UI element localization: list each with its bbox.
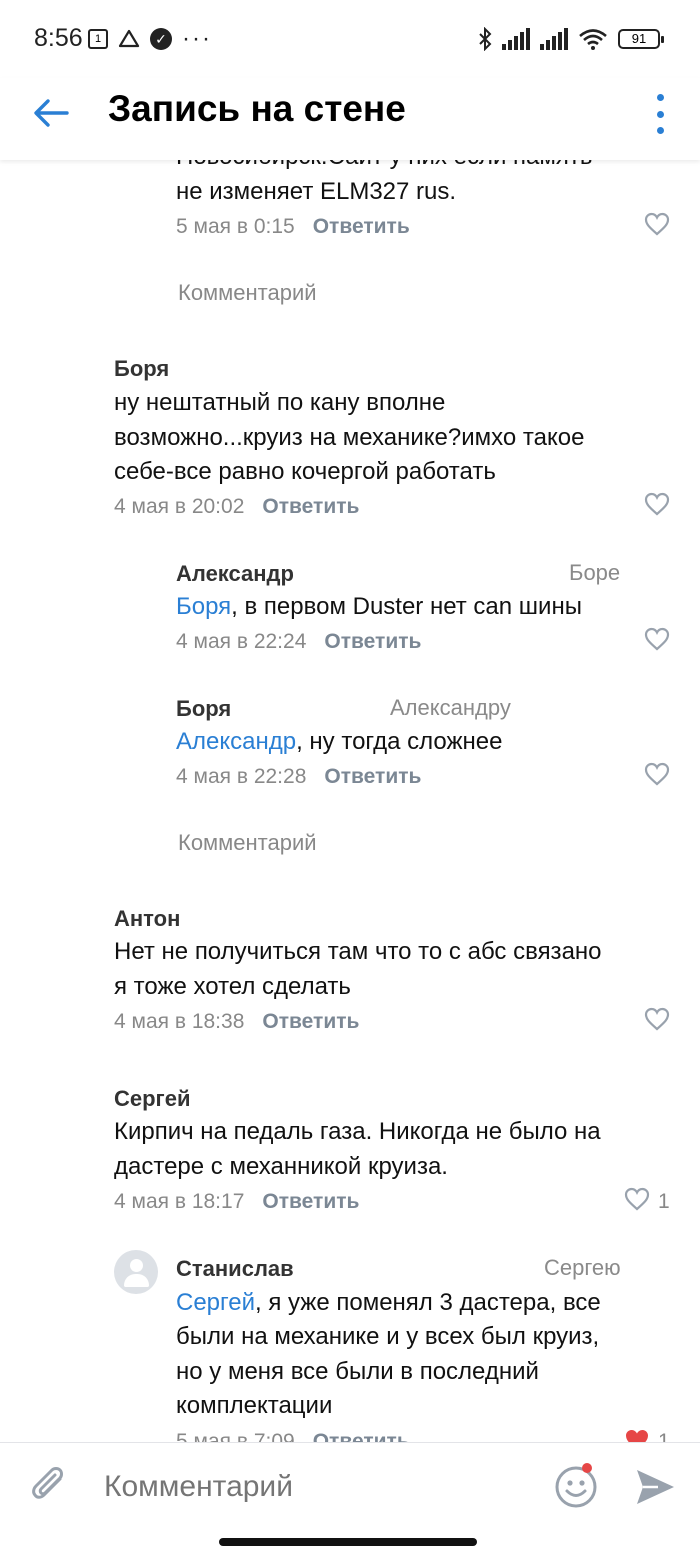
comment-text: Сергей, я уже поменял 3 дастера, все — [176, 1286, 601, 1320]
signal-icon — [502, 28, 530, 50]
comment-text-body: , в первом Duster нет can шины — [231, 593, 582, 620]
avatar[interactable] — [114, 1250, 158, 1294]
reply-button[interactable]: Ответить — [313, 1430, 410, 1442]
comment-date: 5 мая в 0:15 — [176, 215, 295, 238]
comment-date: 4 мая в 22:24 — [176, 630, 307, 653]
reply-button[interactable]: Ответить — [324, 765, 421, 788]
reply-addressee[interactable]: Сергею — [544, 1255, 621, 1281]
comment-text: Кирпич на педаль газа. Никогда не было н… — [114, 1118, 601, 1145]
comment-meta: 4 мая в 18:17 Ответить — [114, 1190, 359, 1214]
mention-link[interactable]: Боря — [176, 593, 231, 620]
comment-meta: 5 мая в 7:09 Ответить — [176, 1430, 410, 1442]
comment-date: 4 мая в 18:38 — [114, 1010, 245, 1033]
heart-icon[interactable] — [624, 1187, 650, 1211]
reply-button[interactable]: Ответить — [324, 630, 421, 653]
comment-text: были на механике и у всех был круиз, — [176, 1323, 600, 1350]
more-vertical-icon — [656, 94, 664, 101]
comment-text: я тоже хотел сделать — [114, 973, 351, 1000]
comment-text: Александр, ну тогда сложнее — [176, 725, 502, 759]
comment-author[interactable]: Боря — [176, 696, 231, 722]
comment-author[interactable]: Сергей — [114, 1086, 190, 1112]
comment-text: комплектации — [176, 1392, 333, 1419]
comment-text: Боря, в первом Duster нет can шины — [176, 590, 582, 624]
comment-text: дастере с механникой круиза. — [114, 1153, 448, 1180]
comment-text: Новосибирск.Сайт у них если память — [176, 160, 592, 174]
comment-author[interactable]: Антон — [114, 906, 180, 932]
reply-button[interactable]: Ответить — [262, 495, 359, 518]
comment-text: Нет не получиться там что то с абс связа… — [114, 938, 602, 965]
user-placeholder-icon — [130, 1259, 143, 1272]
heart-filled-icon[interactable] — [624, 1428, 650, 1442]
comment-author[interactable]: Боря — [114, 356, 169, 382]
comment-date: 4 мая в 22:28 — [176, 765, 307, 788]
heart-icon[interactable] — [644, 492, 670, 516]
comment-text-body: , ну тогда сложнее — [296, 728, 503, 755]
like-count: 1 — [658, 1430, 670, 1442]
comment-text: но у меня все были в последний — [176, 1358, 539, 1385]
notification-box-icon: 1 — [88, 29, 108, 49]
paperclip-icon[interactable] — [30, 1465, 70, 1509]
arrow-left-icon — [34, 99, 69, 127]
more-vertical-icon-dot — [656, 127, 664, 134]
status-system-icons: 91 — [478, 26, 664, 52]
status-bar: 8:56 1 ✓ ··· 91 — [0, 0, 700, 78]
send-icon[interactable] — [634, 1467, 676, 1507]
check-circle-icon: ✓ — [150, 28, 172, 50]
heart-icon[interactable] — [644, 627, 670, 651]
reply-addressee[interactable]: Боре — [569, 560, 620, 586]
comments-feed[interactable]: Новосибирск.Сайт у них если память не из… — [0, 160, 700, 1442]
comment-meta: 4 мая в 20:02 Ответить — [114, 495, 359, 519]
comment-author[interactable]: Александр — [176, 561, 294, 587]
comment-date: 4 мая в 18:17 — [114, 1190, 245, 1213]
comment-text: ну нештатный по кану вполне — [114, 389, 446, 416]
comment-meta: 4 мая в 22:28 Ответить — [176, 765, 421, 789]
comment-date: 4 мая в 20:02 — [114, 495, 245, 518]
status-time: 8:56 — [34, 24, 83, 52]
heart-icon[interactable] — [644, 762, 670, 786]
page-title: Запись на стене — [108, 88, 406, 129]
battery-level: 91 — [631, 31, 647, 46]
more-dots-icon: ··· — [182, 25, 212, 52]
home-indicator[interactable] — [219, 1538, 477, 1546]
comment-text-body: , я уже поменял 3 дастера, все — [255, 1289, 601, 1316]
comment-meta: 4 мая в 18:38 Ответить — [114, 1010, 359, 1034]
battery-icon: 91 — [618, 29, 664, 49]
mention-link[interactable]: Сергей — [176, 1289, 255, 1316]
comment-text: возможно...круиз на механике?имхо такое — [114, 424, 585, 451]
back-button[interactable] — [30, 92, 72, 134]
bluetooth-icon — [479, 27, 492, 51]
add-comment-button[interactable]: Комментарий — [178, 280, 317, 306]
comment-date: 5 мая в 7:09 — [176, 1430, 295, 1442]
mention-link[interactable]: Александр — [176, 728, 296, 755]
drive-icon — [118, 29, 140, 48]
comment-input[interactable] — [104, 1467, 524, 1507]
add-comment-button[interactable]: Комментарий — [178, 830, 317, 856]
signal-icon — [540, 28, 568, 50]
heart-icon[interactable] — [644, 1007, 670, 1031]
reply-button[interactable]: Ответить — [262, 1010, 359, 1033]
like-count: 1 — [658, 1190, 670, 1213]
reply-addressee[interactable]: Александру — [390, 695, 511, 721]
status-notification-icons: 1 ✓ ··· — [88, 26, 212, 52]
app-header: Запись на стене — [0, 78, 700, 160]
comment-text: себе-все равно кочергой работать — [114, 458, 496, 485]
comment-meta: 5 мая в 0:15 Ответить — [176, 215, 410, 239]
reply-button[interactable]: Ответить — [262, 1190, 359, 1213]
more-vertical-icon-dot — [656, 110, 664, 118]
notification-dot — [582, 1463, 592, 1473]
user-placeholder-body — [124, 1274, 149, 1287]
heart-icon[interactable] — [644, 212, 670, 236]
comment-text: не изменяет ELM327 rus. — [176, 178, 457, 205]
wifi-icon — [579, 29, 607, 50]
reply-button[interactable]: Ответить — [313, 215, 410, 238]
emoji-icon[interactable] — [554, 1465, 598, 1509]
comment-meta: 4 мая в 22:24 Ответить — [176, 630, 421, 654]
comment-author[interactable]: Станислав — [176, 1256, 294, 1282]
more-menu-button[interactable] — [650, 94, 670, 134]
